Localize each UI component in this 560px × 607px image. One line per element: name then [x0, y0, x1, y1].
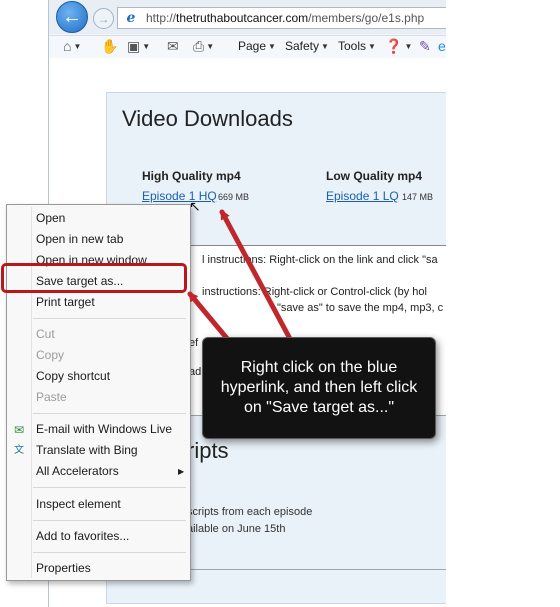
menu-item-open[interactable]: Open: [36, 211, 65, 225]
callout-text: Right click on the blue hyperlink, and t…: [220, 359, 418, 416]
research-icon[interactable]: ✎: [419, 38, 431, 54]
episode-1-lq-link[interactable]: Episode 1 LQ: [326, 189, 399, 203]
hand-icon[interactable]: ✋: [101, 38, 118, 54]
home-icon[interactable]: ⌂ ▼: [63, 38, 81, 55]
menu-item-inspect-element[interactable]: Inspect element: [36, 497, 121, 511]
transcripts-text: scripts from each episode: [187, 506, 313, 518]
rss-icon[interactable]: ▣ ▼: [127, 38, 150, 55]
submenu-arrow-icon: ▶: [178, 467, 185, 476]
back-button[interactable]: ←: [56, 1, 88, 33]
context-menu: Open Open in new tab Open in new window …: [6, 204, 191, 581]
windows-live-icon: ✉: [13, 423, 25, 437]
transcripts-heading: ripts: [187, 438, 229, 463]
menu-item-properties[interactable]: Properties: [36, 561, 91, 575]
ie-icon: e: [126, 10, 136, 26]
menu-item-paste[interactable]: Paste: [36, 390, 67, 404]
forward-button[interactable]: →: [93, 8, 114, 29]
transcripts-text: ailable on June 15th: [187, 523, 286, 535]
menu-separator: [33, 487, 186, 488]
menu-separator: [33, 413, 186, 414]
save-target-highlight: [1, 263, 187, 293]
low-quality-heading: Low Quality mp4: [326, 169, 423, 183]
menu-item-open-in-new-tab[interactable]: Open in new tab: [36, 232, 123, 246]
hq-file-size: 669 MB: [218, 192, 250, 202]
navigation-bar: ← → e http://thetruthaboutcancer.com/mem…: [49, 0, 446, 34]
menu-item-translate-bing[interactable]: Translate with Bing: [36, 443, 138, 457]
menu-separator: [33, 318, 186, 319]
menu-item-copy[interactable]: Copy: [36, 348, 64, 362]
menu-item-copy-shortcut[interactable]: Copy shortcut: [36, 369, 110, 383]
safety-menu[interactable]: Safety ▼: [285, 39, 329, 53]
forward-icon: →: [97, 11, 110, 26]
high-quality-heading: High Quality mp4: [142, 169, 241, 183]
instructions-line: "save as" to save the mp4, mp3, c: [277, 302, 444, 314]
help-icon[interactable]: ❓ ▼: [385, 38, 412, 55]
lq-file-size: 147 MB: [402, 192, 434, 202]
tools-menu[interactable]: Tools ▼: [338, 39, 376, 53]
page-title: Video Downloads: [122, 106, 293, 131]
menu-item-all-accelerators[interactable]: All Accelerators: [36, 464, 119, 478]
instructions-line: instructions: Right-click or Control-cli…: [202, 286, 427, 298]
address-bar[interactable]: e http://thetruthaboutcancer.com/members…: [117, 7, 446, 29]
menu-item-add-to-favorites[interactable]: Add to favorites...: [36, 529, 129, 543]
menu-item-cut[interactable]: Cut: [36, 327, 55, 341]
back-icon: ←: [62, 6, 82, 28]
bing-translate-icon: 文: [14, 445, 24, 456]
menu-separator: [33, 552, 186, 553]
mail-icon[interactable]: ✉: [167, 38, 179, 54]
instruction-callout: Right click on the blue hyperlink, and t…: [202, 337, 436, 439]
url-text: http://thetruthaboutcancer.com/members/g…: [146, 11, 425, 25]
menu-separator: [33, 520, 186, 521]
menu-item-print-target[interactable]: Print target: [36, 295, 95, 309]
menu-item-email-windows-live[interactable]: E-mail with Windows Live: [36, 422, 172, 436]
ie-toolbar-icon[interactable]: e: [438, 38, 446, 54]
instructions-line: l instructions: Right-click on the link …: [202, 254, 438, 266]
episode-1-hq-link[interactable]: Episode 1 HQ: [142, 189, 217, 203]
command-bar: ⌂ ▼ ✋ ▣ ▼ ✉ ⎙ ▼ Page ▼ Safety ▼ Tools ▼ ❓ ▼ ✎ e: [49, 35, 446, 59]
print-icon[interactable]: ⎙ ▼: [193, 38, 214, 55]
page-menu[interactable]: Page ▼: [238, 39, 276, 53]
